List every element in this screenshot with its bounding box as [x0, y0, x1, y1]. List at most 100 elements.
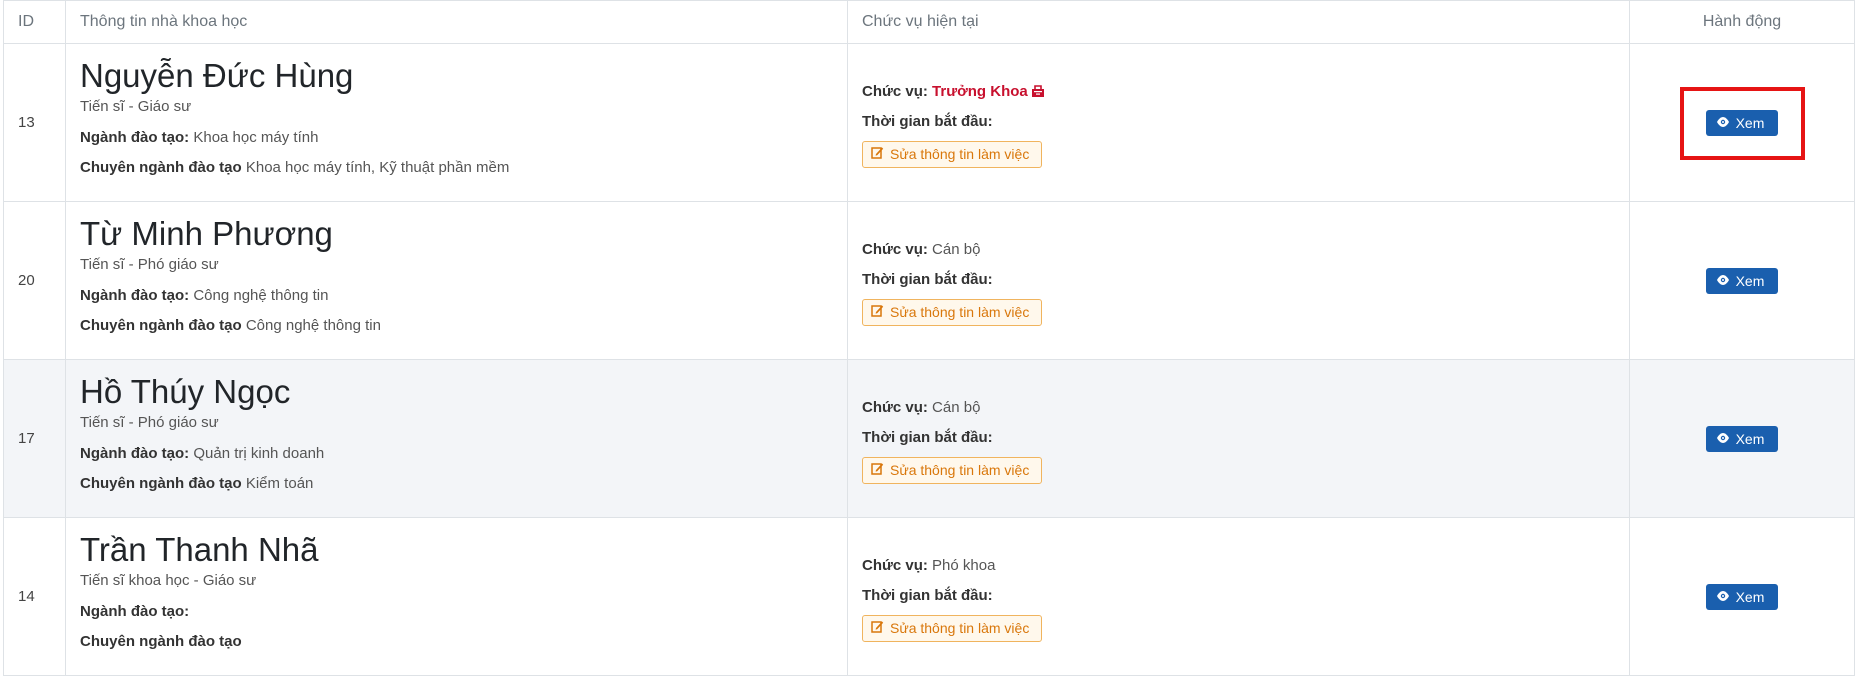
position-value: Phó khoa: [932, 557, 996, 574]
position-cell: Chức vụ: Trưởng Khoa Thời gian bắt đầu: …: [847, 43, 1630, 202]
scientist-degree: Tiến sĩ khoa học - Giáo sư: [80, 572, 257, 589]
specialty-label: Chuyên ngành đào tạo: [80, 633, 242, 650]
position-label: Chức vụ:: [862, 557, 928, 574]
header-position[interactable]: Chức vụ hiện tại: [847, 0, 1630, 44]
major-line: Ngành đào tạo: Công nghệ thông tin: [80, 281, 833, 311]
dean-badge-icon: [1028, 83, 1045, 100]
scientist-info-cell: Trần Thanh Nhã Tiến sĩ khoa học - Giáo s…: [65, 517, 848, 676]
start-time-label: Thời gian bắt đầu:: [862, 113, 993, 130]
edit-work-info-button[interactable]: Sửa thông tin làm việc: [862, 615, 1043, 642]
action-cell: Xem: [1629, 517, 1855, 676]
position-label: Chức vụ:: [862, 399, 928, 416]
start-time-line: Thời gian bắt đầu:: [862, 265, 1615, 295]
edit-icon: [871, 304, 884, 320]
start-time-label: Thời gian bắt đầu:: [862, 587, 993, 604]
position-cell: Chức vụ: Cán bộ Thời gian bắt đầu: Sửa t…: [847, 359, 1630, 518]
position-label: Chức vụ:: [862, 83, 928, 100]
edit-work-info-button[interactable]: Sửa thông tin làm việc: [862, 141, 1043, 168]
major-label: Ngành đào tạo:: [80, 445, 190, 462]
header-id[interactable]: ID: [3, 0, 66, 44]
scientist-name: Trần Thanh Nhã: [80, 531, 319, 568]
position-line: Chức vụ: Cán bộ: [862, 393, 1615, 423]
major-value: Quản trị kinh doanh: [193, 445, 325, 462]
table-row: 17 Hồ Thúy Ngọc Tiến sĩ - Phó giáo sư Ng…: [3, 359, 1855, 518]
edit-icon: [871, 146, 884, 162]
edit-button-label: Sửa thông tin làm việc: [890, 146, 1030, 162]
edit-button-label: Sửa thông tin làm việc: [890, 304, 1030, 320]
table-header: ID Thông tin nhà khoa học Chức vụ hiện t…: [3, 0, 1855, 44]
table-row: 13 Nguyễn Đức Hùng Tiến sĩ - Giáo sư Ngà…: [3, 43, 1855, 202]
header-action: Hành động: [1629, 0, 1855, 44]
eye-icon: [1716, 115, 1730, 131]
specialty-label: Chuyên ngành đào tạo: [80, 475, 242, 492]
position-value: Trưởng Khoa: [932, 83, 1028, 100]
view-button[interactable]: Xem: [1705, 583, 1779, 610]
specialty-value: Kiểm toán: [245, 475, 314, 492]
edit-icon: [871, 462, 884, 478]
specialty-label: Chuyên ngành đào tạo: [80, 159, 242, 176]
major-label: Ngành đào tạo:: [80, 287, 190, 304]
view-button-label: Xem: [1735, 114, 1765, 131]
start-time-line: Thời gian bắt đầu:: [862, 107, 1615, 137]
header-info[interactable]: Thông tin nhà khoa học: [65, 0, 848, 44]
view-button-label: Xem: [1735, 588, 1765, 605]
major-label: Ngành đào tạo:: [80, 603, 190, 620]
position-line: Chức vụ: Trưởng Khoa: [862, 77, 1615, 107]
view-button-label: Xem: [1735, 272, 1765, 289]
major-value: Khoa học máy tính: [193, 129, 319, 146]
major-label: Ngành đào tạo:: [80, 129, 190, 146]
position-cell: Chức vụ: Cán bộ Thời gian bắt đầu: Sửa t…: [847, 201, 1630, 360]
scientist-info-cell: Nguyễn Đức Hùng Tiến sĩ - Giáo sư Ngành …: [65, 43, 848, 202]
action-cell: Xem: [1629, 43, 1855, 202]
action-cell: Xem: [1629, 359, 1855, 518]
start-time-line: Thời gian bắt đầu:: [862, 423, 1615, 453]
scientist-degree: Tiến sĩ - Phó giáo sư: [80, 256, 219, 273]
scientist-info-cell: Từ Minh Phương Tiến sĩ - Phó giáo sư Ngà…: [65, 201, 848, 360]
position-value: Cán bộ: [932, 241, 981, 258]
action-cell: Xem: [1629, 201, 1855, 360]
specialty-line: Chuyên ngành đào tạo Khoa học máy tính, …: [80, 153, 833, 183]
specialty-label: Chuyên ngành đào tạo: [80, 317, 242, 334]
row-id: 20: [3, 201, 66, 360]
position-cell: Chức vụ: Phó khoa Thời gian bắt đầu: Sửa…: [847, 517, 1630, 676]
scientist-degree: Tiến sĩ - Giáo sư: [80, 98, 192, 115]
row-id: 14: [3, 517, 66, 676]
specialty-line: Chuyên ngành đào tạo Kiểm toán: [80, 469, 833, 499]
row-id: 17: [3, 359, 66, 518]
scientist-degree: Tiến sĩ - Phó giáo sư: [80, 414, 219, 431]
table-row: 14 Trần Thanh Nhã Tiến sĩ khoa học - Giá…: [3, 517, 1855, 676]
eye-icon: [1716, 273, 1730, 289]
table-body: 13 Nguyễn Đức Hùng Tiến sĩ - Giáo sư Ngà…: [3, 43, 1855, 676]
view-button[interactable]: Xem: [1705, 425, 1779, 452]
view-button[interactable]: Xem: [1705, 109, 1779, 136]
edit-icon: [871, 620, 884, 636]
scientist-name: Từ Minh Phương: [80, 215, 333, 252]
start-time-line: Thời gian bắt đầu:: [862, 581, 1615, 611]
edit-work-info-button[interactable]: Sửa thông tin làm việc: [862, 457, 1043, 484]
scientist-name: Hồ Thúy Ngọc: [80, 373, 291, 410]
edit-button-label: Sửa thông tin làm việc: [890, 462, 1030, 478]
position-label: Chức vụ:: [862, 241, 928, 258]
specialty-value: Khoa học máy tính, Kỹ thuật phần mềm: [245, 159, 510, 176]
scientist-name: Nguyễn Đức Hùng: [80, 57, 354, 94]
view-button[interactable]: Xem: [1705, 267, 1779, 294]
major-value: Công nghệ thông tin: [193, 287, 329, 304]
start-time-label: Thời gian bắt đầu:: [862, 429, 993, 446]
table-row: 20 Từ Minh Phương Tiến sĩ - Phó giáo sư …: [3, 201, 1855, 360]
eye-icon: [1716, 589, 1730, 605]
major-line: Ngành đào tạo: Quản trị kinh doanh: [80, 439, 833, 469]
position-value: Cán bộ: [932, 399, 981, 416]
scientist-info-cell: Hồ Thúy Ngọc Tiến sĩ - Phó giáo sư Ngành…: [65, 359, 848, 518]
specialty-line: Chuyên ngành đào tạo: [80, 627, 833, 657]
view-button-label: Xem: [1735, 430, 1765, 447]
edit-work-info-button[interactable]: Sửa thông tin làm việc: [862, 299, 1043, 326]
row-id: 13: [3, 43, 66, 202]
position-line: Chức vụ: Cán bộ: [862, 235, 1615, 265]
edit-button-label: Sửa thông tin làm việc: [890, 620, 1030, 636]
scientist-table: ID Thông tin nhà khoa học Chức vụ hiện t…: [3, 0, 1855, 676]
start-time-label: Thời gian bắt đầu:: [862, 271, 993, 288]
specialty-line: Chuyên ngành đào tạo Công nghệ thông tin: [80, 311, 833, 341]
major-line: Ngành đào tạo: Khoa học máy tính: [80, 123, 833, 153]
specialty-value: Công nghệ thông tin: [245, 317, 381, 334]
eye-icon: [1716, 431, 1730, 447]
